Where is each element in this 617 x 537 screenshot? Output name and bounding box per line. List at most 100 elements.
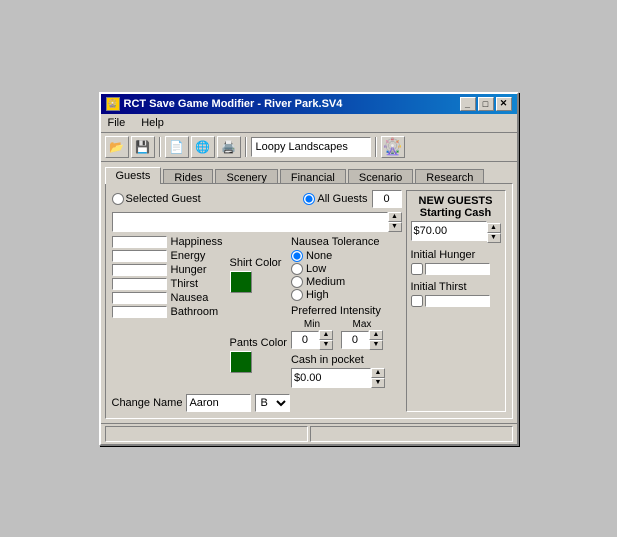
pants-color-button[interactable] [230,351,252,373]
ride-icon-button[interactable]: 🎡 [381,136,405,158]
toolbar-separator-1 [159,137,161,157]
selected-guest-radio[interactable] [112,193,124,205]
intensity-max-input-row: ▲ ▼ [341,330,383,350]
stat-hunger: Hunger [112,264,226,276]
pocket-input-row: $0.00 ▲ ▼ [291,368,385,388]
intensity-min-label: Min [304,319,320,330]
pocket-up[interactable]: ▲ [371,368,385,378]
name-input[interactable] [186,394,251,412]
guest-dropdown-row: ▲ ▼ [112,212,402,232]
new-guests-title: NEW GUESTS Starting Cash [411,195,501,219]
bathroom-bar [112,306,167,318]
status-panel-2 [310,426,513,442]
save-button[interactable]: 💾 [131,136,155,158]
stat-nausea: Nausea [112,292,226,304]
all-guests-radio[interactable] [303,193,315,205]
pants-color-label: Pants Color [230,337,287,349]
statusbar [101,423,517,444]
initial-thirst-section: Initial Thirst [411,281,501,307]
initial-thirst-bar [425,295,490,307]
thirst-label: Thirst [171,278,226,290]
nausea-high-row: High [291,289,385,301]
starting-cash-input: $70.00 [411,221,487,241]
intensity-max-input[interactable] [341,331,369,349]
intensity-min-up[interactable]: ▲ [319,330,333,340]
change-name-label: Change Name [112,397,183,409]
intensity-max-col: Max ▲ ▼ [341,319,383,350]
title-bar: 🎡 RCT Save Game Modifier - River Park.SV… [101,94,517,114]
web-button[interactable]: 🌐 [191,136,215,158]
guest-selection-row: Selected Guest All Guests [112,190,402,208]
starting-cash-up[interactable]: ▲ [487,223,501,233]
menu-file[interactable]: File [105,116,129,130]
stat-bathroom: Bathroom [112,306,226,318]
nausea-none-radio[interactable] [291,250,303,262]
menu-help[interactable]: Help [138,116,167,130]
initial-hunger-checkbox[interactable] [411,263,423,275]
pants-color-section: Pants Color [230,337,287,373]
pocket-value: $0.00 [294,372,368,384]
energy-bar [112,250,167,262]
starting-cash-row: $70.00 ▲ ▼ [411,221,501,245]
energy-label: Energy [171,250,226,262]
right-panel: NEW GUESTS Starting Cash $70.00 ▲ ▼ Init… [406,190,506,412]
open-button[interactable]: 📂 [105,136,129,158]
intensity-max-down[interactable]: ▼ [369,340,383,350]
nausea-high-label: High [306,289,329,301]
colors-column: Shirt Color Pants Color [230,236,287,390]
shirt-color-button[interactable] [230,271,252,293]
intensity-min-down[interactable]: ▼ [319,340,333,350]
intensity-min-spinner: ▲ ▼ [319,330,333,350]
pocket-down[interactable]: ▼ [371,378,385,388]
preferred-intensity-label: Preferred Intensity [291,305,385,317]
stat-energy: Energy [112,250,226,262]
initial-hunger-section: Initial Hunger [411,249,501,275]
starting-cash-down[interactable]: ▼ [487,233,501,243]
nausea-medium-radio[interactable] [291,276,303,288]
intensity-max-up[interactable]: ▲ [369,330,383,340]
guest-spinner: ▲ ▼ [388,212,402,232]
new-button[interactable]: 📄 [165,136,189,158]
initial-thirst-checkbox[interactable] [411,295,423,307]
nausea-none-label: None [306,250,332,262]
maximize-button[interactable]: □ [478,97,494,111]
guest-select-dropdown[interactable] [112,212,388,232]
minimize-button[interactable]: _ [460,97,476,111]
guest-number-input[interactable] [372,190,402,208]
bathroom-label: Bathroom [171,306,226,318]
starting-cash-value: $70.00 [414,225,448,237]
intensity-min-input[interactable] [291,331,319,349]
main-window: 🎡 RCT Save Game Modifier - River Park.SV… [99,92,519,446]
change-name-row: Change Name B [112,394,402,412]
happiness-bar [112,236,167,248]
shirt-color-label: Shirt Color [230,257,287,269]
nausea-low-radio[interactable] [291,263,303,275]
spinner-up[interactable]: ▲ [388,212,402,222]
stat-thirst: Thirst [112,278,226,290]
b-dropdown[interactable]: B [255,394,290,412]
middle-section: Happiness Energy Hunger Thirst [112,236,402,390]
close-button[interactable]: ✕ [496,97,512,111]
tab-guests[interactable]: Guests [105,167,162,184]
spinner-down[interactable]: ▼ [388,222,402,232]
print-button[interactable]: 🖨️ [217,136,241,158]
intensity-min-col: Min ▲ ▼ [291,319,333,350]
selected-guest-label: Selected Guest [126,193,201,205]
initial-hunger-bar [425,263,490,275]
all-guests-radio-group: All Guests [303,193,367,205]
initial-thirst-row [411,295,501,307]
cash-in-pocket-label: Cash in pocket [291,354,385,366]
app-icon: 🎡 [106,97,120,111]
intensity-max-spinner: ▲ ▼ [369,330,383,350]
nausea-label: Nausea [171,292,226,304]
stat-happiness: Happiness [112,236,226,248]
nausea-tolerance-label: Nausea Tolerance [291,236,385,248]
main-content: Selected Guest All Guests ▲ ▼ [105,183,513,419]
nausea-none-row: None [291,250,385,262]
initial-hunger-row [411,263,501,275]
nausea-high-radio[interactable] [291,289,303,301]
tab-bar: Guests Rides Scenery Financial Scenario … [101,162,517,183]
nausea-bar [112,292,167,304]
window-title: RCT Save Game Modifier - River Park.SV4 [124,98,343,110]
scenario-dropdown[interactable] [251,137,371,157]
